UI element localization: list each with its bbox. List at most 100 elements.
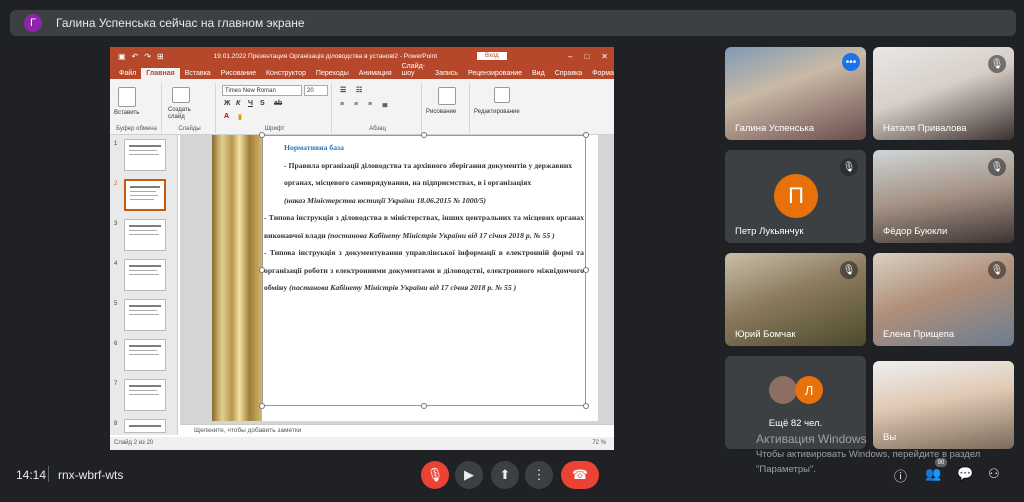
minimize-icon[interactable]: –: [568, 52, 572, 61]
resize-handle[interactable]: [259, 132, 265, 138]
group-paragraph: ☰ ☷ ≡ ≡ ≡ ≣ Абзац: [334, 83, 422, 133]
font-size-select[interactable]: 20: [304, 85, 328, 96]
align-center-icon[interactable]: ≡: [354, 101, 358, 108]
participant-name: Петр Лукьянчук: [735, 226, 804, 237]
mic-off-icon: 🎙: [988, 55, 1006, 73]
participant-tile[interactable]: 🎙 Юрий Бомчак: [725, 253, 866, 346]
mic-toggle-button[interactable]: 🎙: [421, 461, 449, 489]
justify-icon[interactable]: ≣: [382, 101, 388, 109]
maximize-icon[interactable]: □: [584, 52, 589, 61]
thumb-number: 2: [114, 181, 118, 187]
tab-format[interactable]: Формат: [587, 68, 614, 79]
slide-heading: Нормативна база: [284, 143, 344, 152]
ppt-titlebar: ▣ ↶ ↷ ⊞ 19.01.2022 Презентация Організац…: [110, 47, 614, 65]
participant-tile[interactable]: 🎙 Наталя Привалова: [873, 47, 1014, 140]
find-icon[interactable]: [494, 87, 510, 103]
tab-draw[interactable]: Рисование: [216, 68, 261, 79]
info-icon[interactable]: ⓘ: [894, 466, 907, 485]
presenter-avatar: Г: [24, 14, 42, 32]
font-color-button[interactable]: A: [224, 113, 229, 120]
present-button[interactable]: ⬆: [491, 461, 519, 489]
slide-thumbnail[interactable]: [124, 419, 166, 433]
resize-handle[interactable]: [421, 403, 427, 409]
ribbon-home: Вставить Буфер обмена Создать слайд Слай…: [110, 79, 614, 135]
font-name-select[interactable]: Times New Roman: [222, 85, 302, 96]
align-left-icon[interactable]: ≡: [340, 101, 344, 108]
tab-record[interactable]: Запись: [430, 68, 463, 79]
login-button[interactable]: Вход: [477, 52, 507, 60]
redo-icon[interactable]: ↷: [144, 52, 151, 61]
tab-home[interactable]: Главная: [141, 68, 180, 79]
close-icon[interactable]: ✕: [601, 52, 608, 61]
slide-thumbnail[interactable]: [124, 219, 166, 251]
mic-off-icon: 🎙: [426, 467, 444, 482]
tab-transitions[interactable]: Переходы: [311, 68, 354, 79]
participant-tile[interactable]: 🎙 П Петр Лукьянчук: [725, 150, 866, 243]
participant-tile[interactable]: 🎙 Елена Прищепа: [873, 253, 1014, 346]
presenting-text: Галина Успенська сейчас на главном экран…: [56, 16, 305, 30]
tab-file[interactable]: Файл: [114, 68, 141, 79]
bullets-icon[interactable]: ☰: [340, 86, 346, 94]
strike-button[interactable]: ab: [274, 100, 282, 107]
zoom-level[interactable]: 72 %: [592, 437, 606, 449]
activities-icon[interactable]: ⚇: [988, 466, 1000, 482]
leave-call-button[interactable]: ☎: [561, 461, 599, 489]
resize-handle[interactable]: [259, 403, 265, 409]
shadow-button[interactable]: S: [260, 100, 265, 107]
slide-thumbnail[interactable]: [124, 299, 166, 331]
shapes-icon[interactable]: [438, 87, 456, 105]
slide-thumbnail[interactable]: [124, 139, 166, 171]
camera-icon: ▶: [464, 467, 474, 482]
slide-thumbnails: 1 2 3 4 5 6 7 8: [110, 135, 178, 435]
slide-thumbnail[interactable]: [124, 379, 166, 411]
tab-view[interactable]: Вид: [527, 68, 550, 79]
participant-tile-presenter[interactable]: ••• Галина Успенська: [725, 47, 866, 140]
tab-slideshow[interactable]: Слайд-шоу: [397, 61, 430, 79]
highlight-button[interactable]: ▮: [238, 113, 242, 121]
undo-icon[interactable]: ↶: [132, 52, 139, 61]
group-font: Times New Roman 20 Ж К Ч S ab A ▮ Шрифт: [218, 83, 332, 133]
camera-toggle-button[interactable]: ▶: [455, 461, 483, 489]
thumb-number: 5: [114, 301, 118, 307]
tab-review[interactable]: Рецензирование: [463, 68, 527, 79]
save-icon[interactable]: ▣: [118, 52, 126, 61]
more-options-icon[interactable]: •••: [842, 53, 860, 71]
resize-handle[interactable]: [421, 132, 427, 138]
resize-handle[interactable]: [583, 132, 589, 138]
notes-pane[interactable]: Щелкните, чтобы добавить заметки: [180, 424, 614, 437]
chat-icon[interactable]: 💬: [957, 466, 973, 482]
tab-help[interactable]: Справка: [550, 68, 587, 79]
participant-photo-avatar: [769, 376, 797, 404]
paste-icon[interactable]: [118, 87, 136, 107]
tab-animations[interactable]: Анимация: [354, 68, 397, 79]
numbering-icon[interactable]: ☷: [356, 86, 362, 94]
participant-name: Галина Успенська: [735, 123, 815, 134]
bold-button[interactable]: Ж: [224, 100, 230, 107]
tab-design[interactable]: Конструктор: [261, 68, 311, 79]
slide-thumbnail[interactable]: [124, 339, 166, 371]
italic-button[interactable]: К: [236, 100, 240, 107]
slide-thumbnail-selected[interactable]: [124, 179, 166, 211]
underline-button[interactable]: Ч: [248, 100, 253, 107]
tab-insert[interactable]: Вставка: [180, 68, 216, 79]
resize-handle[interactable]: [583, 403, 589, 409]
slide-item-1-source: (наказ Міністерства юстиції України 18.0…: [284, 195, 486, 205]
mic-off-icon: 🎙: [988, 158, 1006, 176]
thumb-number: 6: [114, 341, 118, 347]
slide-decoration: [212, 135, 262, 421]
slide-editor: Нормативна база - Правила організації ді…: [180, 132, 614, 425]
slide-thumbnail[interactable]: [124, 259, 166, 291]
new-slide-icon[interactable]: [172, 87, 190, 103]
slideshow-icon[interactable]: ⊞: [157, 52, 164, 61]
slide-counter: Слайд 2 из 20: [114, 440, 154, 446]
meeting-controls: 14:14 rnx-wbrf-wts 🎙 ▶ ⬆ ⋮ ☎ ⓘ 👥 90 💬 ⚇: [0, 452, 1024, 502]
slide-item-2-source: (постанова Кабінету Міністрів України ві…: [327, 230, 555, 240]
presenting-banner: Г Галина Успенська сейчас на главном экр…: [10, 10, 1016, 36]
more-options-button[interactable]: ⋮: [525, 461, 553, 489]
people-icon[interactable]: 👥: [925, 466, 941, 482]
align-right-icon[interactable]: ≡: [368, 101, 372, 108]
participant-tile[interactable]: 🎙 Фёдор Буюкли: [873, 150, 1014, 243]
slide-item-1: - Правила організації діловодства та арх…: [284, 160, 573, 188]
clock: 14:14: [16, 468, 47, 482]
more-participants-count: Ещё 82 чел.: [768, 418, 823, 429]
